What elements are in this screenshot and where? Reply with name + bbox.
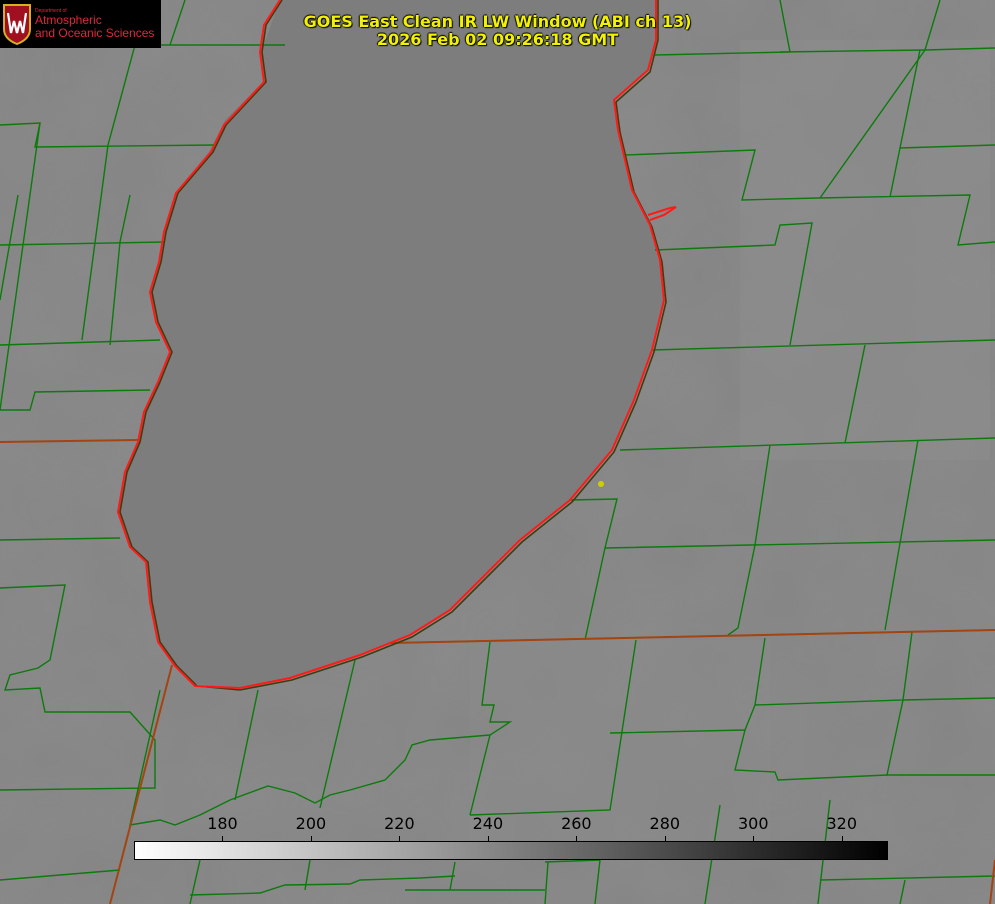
colorbar-tick-label: 260 (561, 814, 592, 833)
colorbar-tick-label: 220 (384, 814, 415, 833)
colorbar (134, 841, 888, 860)
colorbar-tick-label: 240 (472, 814, 504, 833)
image-timestamp: 2026 Feb 02 09:26:18 GMT (376, 30, 619, 49)
satellite-image-viewer: Department of Atmospheric and Oceanic Sc… (0, 0, 995, 904)
land-patch (740, 40, 990, 460)
image-title: GOES East Clean IR LW Window (ABI ch 13) (303, 12, 692, 31)
colorbar-tick-label: 300 (738, 814, 769, 833)
satellite-map (0, 0, 995, 904)
colorbar-tick-label: 280 (649, 814, 681, 833)
colorbar-tick-label: 200 (295, 814, 327, 833)
colorbar-tick-label: 320 (826, 814, 858, 833)
station-marker (598, 481, 604, 487)
colorbar-tick-label: 180 (207, 814, 238, 833)
